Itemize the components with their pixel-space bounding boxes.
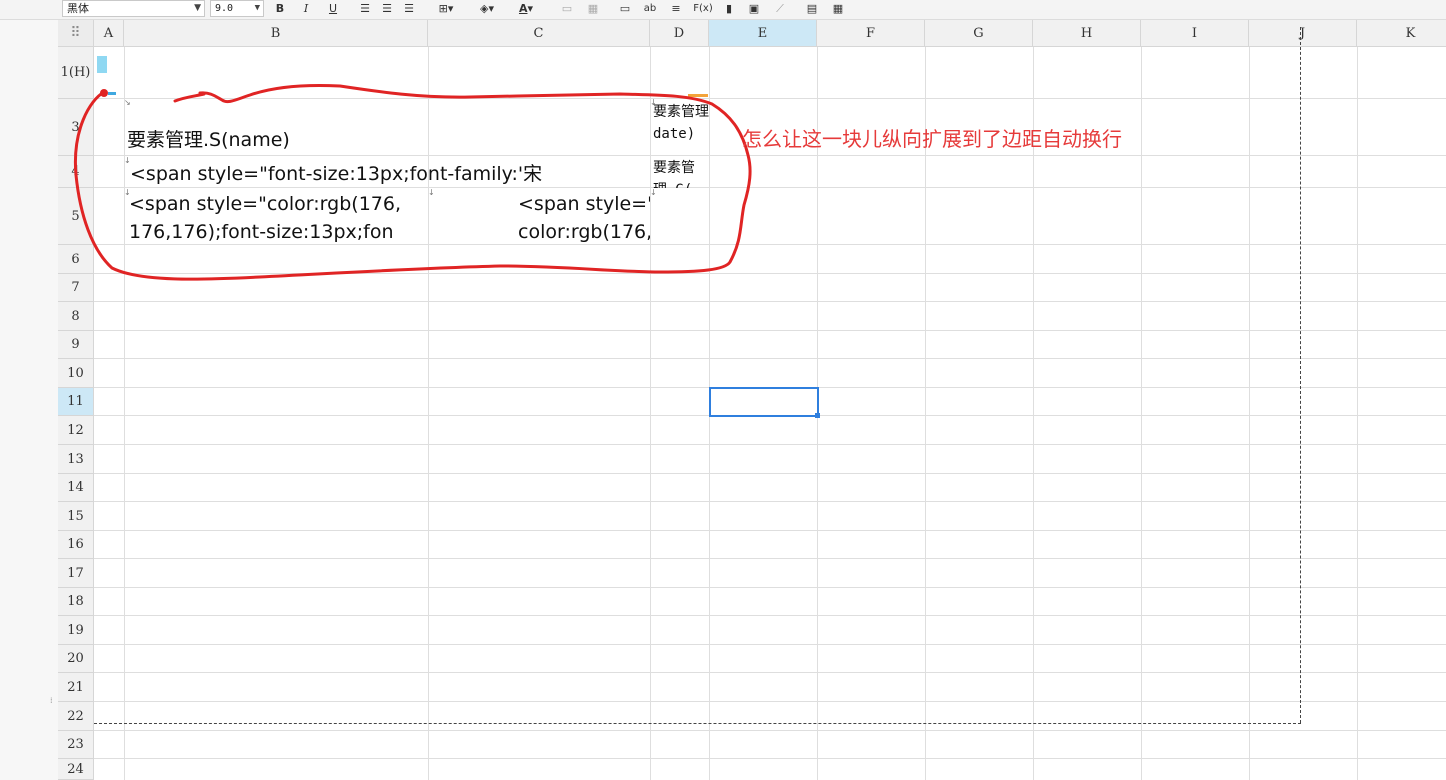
annotation-text: 怎么让这一块儿纵向扩展到了边距自动换行 (742, 127, 1122, 151)
red-annotation-loop (73, 83, 752, 281)
